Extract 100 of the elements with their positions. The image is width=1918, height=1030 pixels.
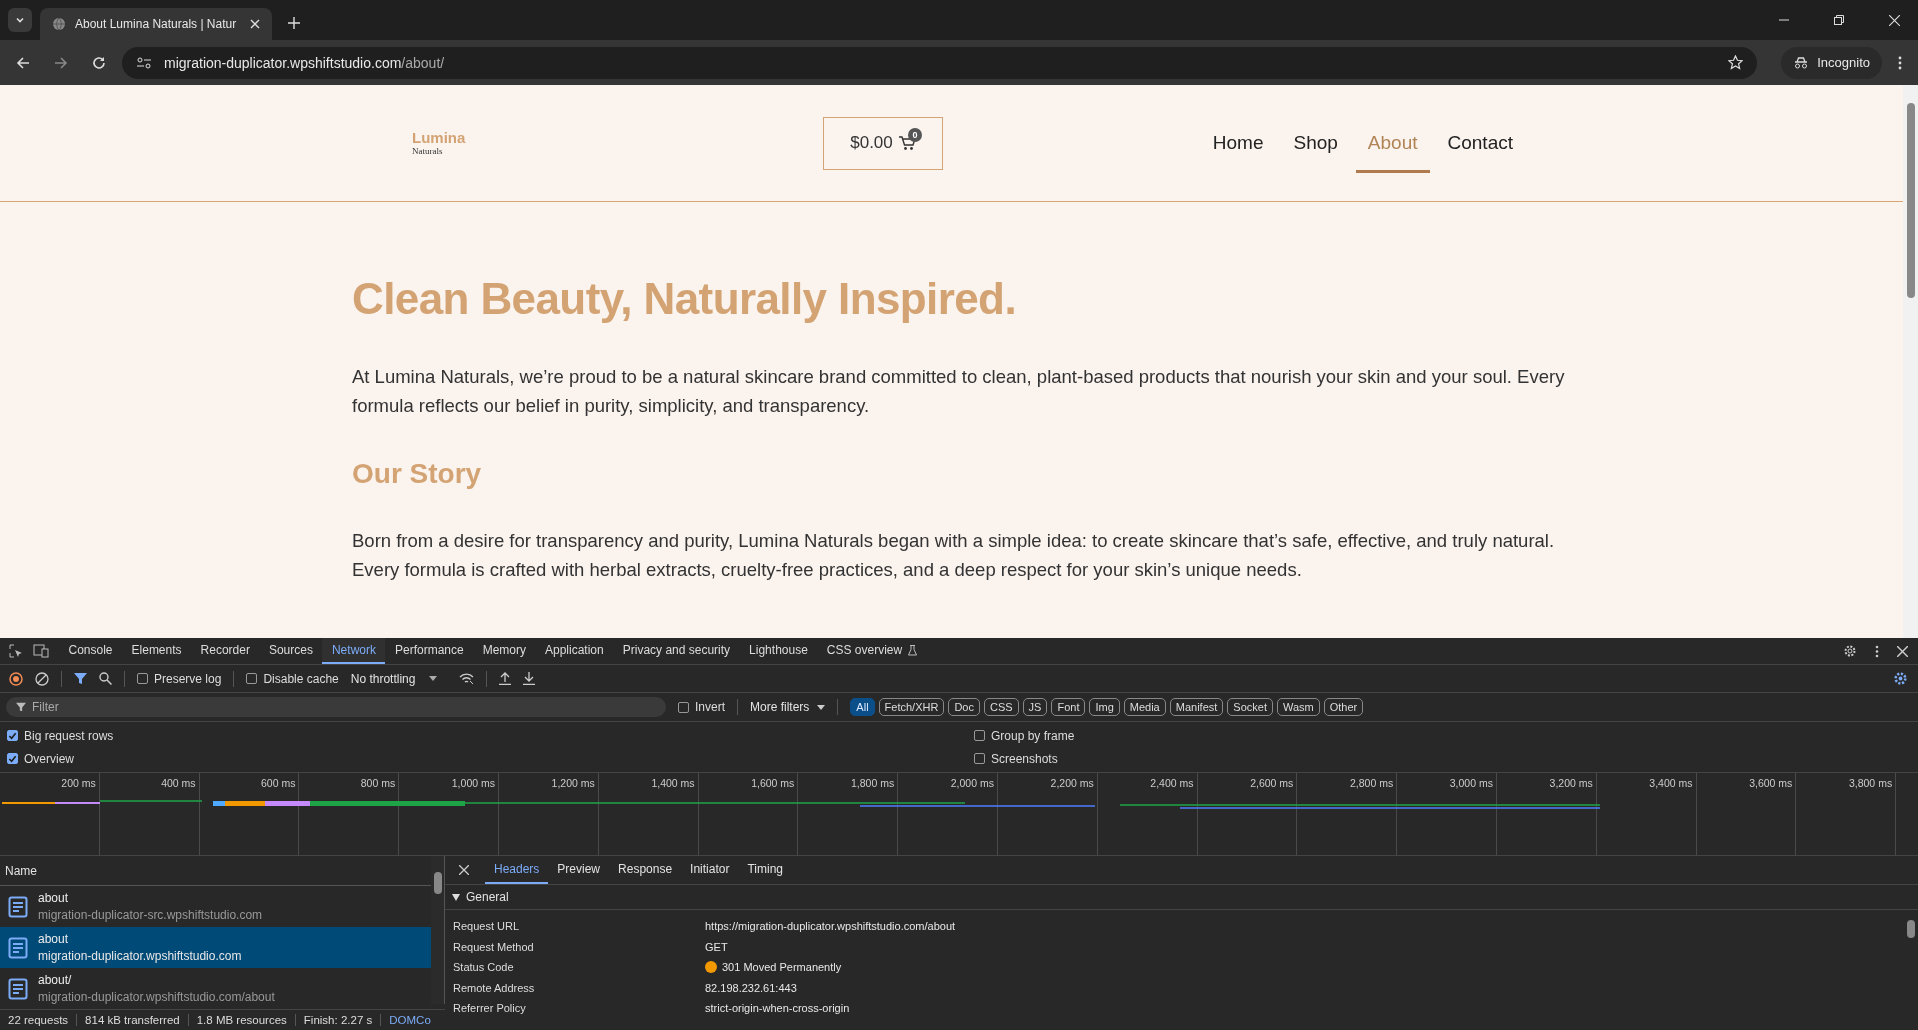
detail-tab[interactable]: Headers	[485, 856, 549, 884]
request-row[interactable]: about migration-duplicator-src.wpshiftstudio.com	[0, 886, 431, 927]
more-filters-dropdown[interactable]: More filters	[750, 700, 826, 714]
search-icon[interactable]	[99, 672, 112, 685]
column-header[interactable]: Name	[5, 863, 37, 878]
option-checkbox[interactable]: Screenshots	[974, 751, 1918, 766]
menu-icon[interactable]	[1898, 55, 1902, 70]
header-value: 82.198.232.61:443	[705, 981, 797, 994]
type-filter-chip[interactable]: Font	[1051, 698, 1086, 716]
request-row[interactable]: about migration-duplicator.wpshiftstudio.com	[0, 927, 431, 968]
devtools-tab[interactable]: Console	[59, 638, 123, 664]
time-tick-label: 3,200 ms	[1549, 777, 1593, 789]
devtools-tab[interactable]: Elements	[122, 638, 192, 664]
settings-icon[interactable]	[1893, 671, 1908, 686]
header-value: https://migration-duplicator.wpshiftstudio.com/about	[705, 920, 956, 933]
address-text: migration-duplicator.wpshiftstudio.com/about/	[164, 54, 445, 71]
type-filter-chip[interactable]: Doc	[948, 698, 980, 716]
detail-tab[interactable]: Preview	[548, 856, 610, 884]
site-logo[interactable]: Lumina Naturals	[412, 130, 823, 157]
option-checkbox[interactable]: Overview	[7, 751, 974, 766]
tab-list-button[interactable]	[8, 8, 32, 32]
time-tick-label: 3,400 ms	[1649, 777, 1693, 789]
document-icon	[8, 977, 28, 1000]
settings-icon[interactable]	[1843, 644, 1857, 658]
type-filter-chip[interactable]: Other	[1323, 698, 1364, 716]
checkmark-icon	[8, 753, 17, 764]
close-icon[interactable]	[459, 865, 469, 875]
new-tab-icon[interactable]	[288, 17, 300, 29]
incognito-badge[interactable]: Incognito	[1781, 46, 1882, 79]
back-icon[interactable]	[16, 55, 30, 70]
address-bar[interactable]: migration-duplicator.wpshiftstudio.com/about/	[122, 46, 1758, 79]
clear-icon[interactable]	[35, 671, 49, 686]
site-info-icon[interactable]	[136, 55, 152, 70]
preserve-log-checkbox[interactable]: Preserve log	[137, 671, 222, 686]
type-filter-chip[interactable]: JS	[1022, 698, 1048, 716]
type-filter-chip[interactable]: All	[850, 698, 875, 716]
time-tick-label: 600 ms	[260, 777, 296, 789]
checkmark-icon	[8, 730, 17, 741]
record-icon[interactable]	[9, 671, 23, 686]
type-filter-chip[interactable]: Socket	[1227, 698, 1273, 716]
nav-link[interactable]: Home	[1200, 113, 1276, 173]
devtools-tab[interactable]: Sources	[259, 638, 323, 664]
star-icon[interactable]	[1728, 55, 1744, 71]
forward-icon[interactable]	[54, 55, 68, 70]
document-icon	[8, 895, 28, 918]
section-header[interactable]: General	[445, 885, 1918, 910]
download-icon[interactable]	[523, 672, 536, 685]
disable-cache-checkbox[interactable]: Disable cache	[246, 671, 339, 686]
nav-link[interactable]: Contact	[1435, 113, 1525, 173]
request-row[interactable]: about/ migration-duplicator.wpshiftstudio.com/about	[0, 968, 431, 1009]
option-checkbox[interactable]: Big request rows	[7, 728, 974, 743]
flask-icon	[908, 644, 918, 656]
detail-tab[interactable]: Initiator	[681, 856, 739, 884]
browser-tab[interactable]: About Lumina Naturals | Natur	[40, 8, 272, 40]
type-filter-chip[interactable]: Media	[1123, 698, 1166, 716]
inspect-icon[interactable]	[9, 644, 23, 658]
time-tick-label: 1,600 ms	[751, 777, 795, 789]
tab-title: About Lumina Naturals | Natur	[75, 17, 238, 31]
detail-tab[interactable]: Response	[609, 856, 682, 884]
header-name: Status Code	[453, 961, 515, 974]
more-icon[interactable]	[1875, 644, 1879, 658]
devtools-tab[interactable]: Privacy and security	[613, 638, 740, 664]
time-tick-label: 1,800 ms	[850, 777, 895, 789]
cart-button[interactable]: $0.00 0	[823, 116, 943, 170]
type-filter-chip[interactable]: Wasm	[1276, 698, 1320, 716]
devtools-tab[interactable]: Memory	[473, 638, 536, 664]
filter-icon[interactable]	[74, 672, 87, 685]
type-filter-chip[interactable]: Fetch/XHR	[878, 698, 945, 716]
type-filter-chip[interactable]: Manifest	[1169, 698, 1224, 716]
reload-icon[interactable]	[92, 55, 106, 70]
option-checkbox[interactable]: Group by frame	[974, 728, 1918, 743]
detail-tab[interactable]: Timing	[738, 856, 792, 884]
filter-field[interactable]: Filter	[6, 697, 666, 717]
close-icon[interactable]	[250, 19, 260, 29]
restore-icon[interactable]	[1834, 15, 1844, 25]
devtools-tab[interactable]: Performance	[385, 638, 474, 664]
devtools-tab[interactable]: Application	[535, 638, 614, 664]
time-tick-label: 800 ms	[360, 777, 396, 789]
invert-checkbox[interactable]: Invert	[678, 700, 725, 714]
scrollbar-thumb[interactable]	[1907, 920, 1915, 938]
throttling-dropdown[interactable]: No throttling	[350, 671, 438, 686]
nav-link[interactable]: Shop	[1281, 113, 1350, 173]
page-heading: Clean Beauty, Naturally Inspired.	[352, 274, 1018, 325]
wifi-icon[interactable]	[459, 672, 475, 685]
type-filter-chip[interactable]: CSS	[983, 698, 1019, 716]
page-scrollbar[interactable]	[1903, 85, 1918, 638]
time-tick-label: 3,800 ms	[1848, 777, 1893, 789]
devtools-tab[interactable]: Lighthouse	[739, 638, 818, 664]
status-text: 22 requests	[0, 1014, 78, 1026]
device-icon[interactable]	[33, 644, 49, 658]
upload-icon[interactable]	[499, 672, 512, 685]
filter-icon	[16, 702, 26, 712]
devtools-tab[interactable]: CSS overview	[817, 638, 927, 664]
globe-icon	[52, 17, 66, 31]
close-icon[interactable]	[1889, 14, 1900, 26]
close-icon[interactable]	[1897, 645, 1908, 657]
devtools-tab[interactable]: Recorder	[191, 638, 260, 664]
devtools-tab[interactable]: Network	[322, 638, 386, 664]
time-tick-label: 1,200 ms	[551, 777, 595, 789]
type-filter-chip[interactable]: Img	[1089, 698, 1120, 716]
